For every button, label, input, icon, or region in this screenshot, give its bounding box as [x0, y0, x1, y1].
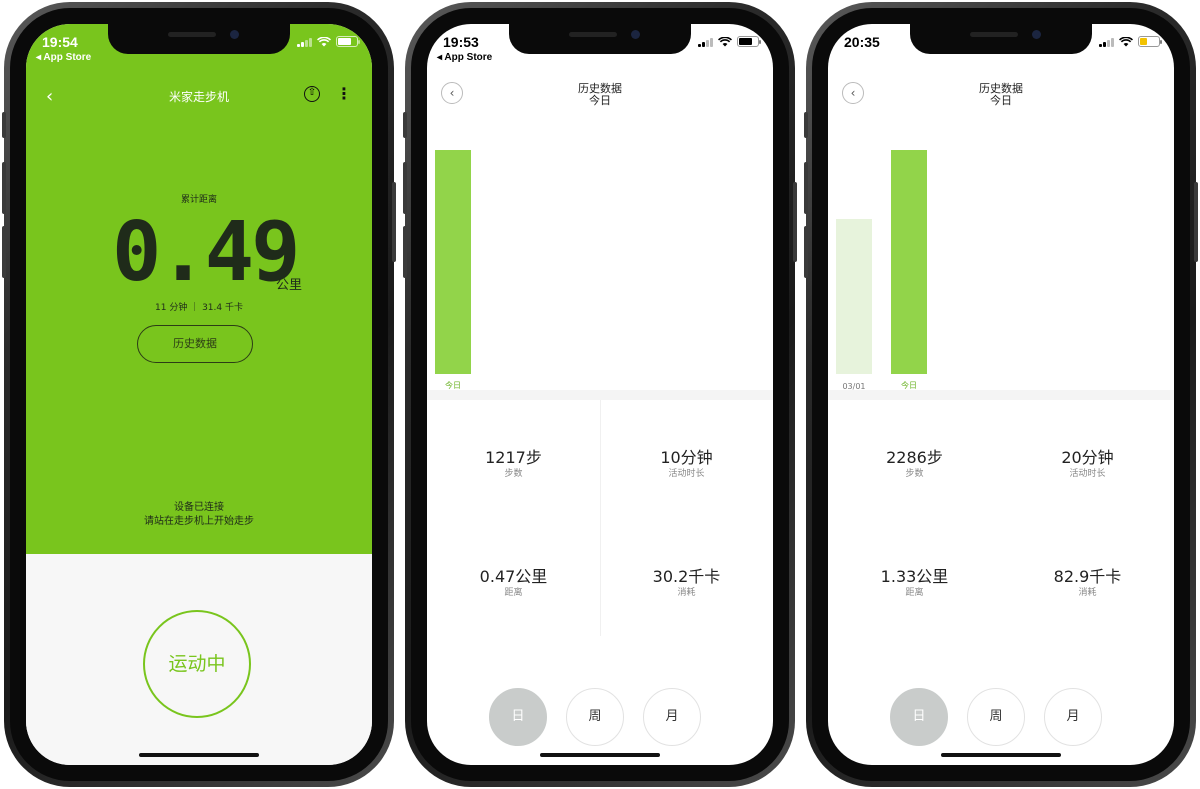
- device-connected-text: 设备已连接: [174, 502, 224, 513]
- stat-distance: 0.47公里 距离: [427, 518, 600, 636]
- volume-down-button: [804, 226, 808, 278]
- battery-icon: [737, 36, 761, 47]
- section-divider: [828, 390, 1174, 400]
- stat-label: 步数: [905, 469, 924, 479]
- screen-history-1: 19:53 ◂ App Store ‹ 历史数据 今日 今日 1217步 步数 …: [427, 24, 773, 765]
- stat-duration: 20分钟 活动时长: [1001, 400, 1174, 518]
- stat-value: 20分钟: [1061, 448, 1114, 467]
- period-day-button[interactable]: 日: [489, 688, 547, 746]
- power-button: [793, 182, 797, 262]
- section-divider: [427, 390, 773, 400]
- period-month-button[interactable]: 月: [1044, 688, 1102, 746]
- share-icon[interactable]: ⇧: [304, 86, 320, 102]
- stat-label: 消耗: [1078, 588, 1097, 598]
- volume-up-button: [2, 162, 6, 214]
- battery-icon: [336, 36, 360, 47]
- wifi-icon: [718, 36, 732, 46]
- page-subtitle: 今日: [589, 94, 611, 107]
- page-title: 米家走步机: [168, 90, 229, 104]
- stat-label: 活动时长: [1069, 469, 1106, 479]
- period-day-button[interactable]: 日: [890, 688, 948, 746]
- distance-unit: 公里: [276, 278, 303, 293]
- wifi-icon: [1119, 36, 1133, 46]
- stat-calories: 30.2千卡 消耗: [600, 518, 773, 636]
- history-data-button[interactable]: 历史数据: [137, 325, 253, 363]
- distance-label: 累计距离: [180, 195, 217, 205]
- stat-label: 活动时长: [668, 469, 705, 479]
- stat-steps: 2286步 步数: [828, 400, 1001, 518]
- home-indicator: [941, 753, 1061, 757]
- stat-value: 30.2千卡: [652, 567, 721, 586]
- power-button: [392, 182, 396, 262]
- mute-switch: [804, 112, 808, 138]
- back-to-app-store-link[interactable]: ◂ App Store: [437, 52, 492, 63]
- mute-switch: [403, 112, 407, 138]
- mute-switch: [2, 112, 6, 138]
- volume-down-button: [2, 226, 6, 278]
- phone-frame-1: 19:54 ◂ App Store ‹ 米家走步机 ⇧ ⋮ 累计距离 0.49 …: [2, 2, 396, 787]
- period-week-button[interactable]: 周: [967, 688, 1025, 746]
- distance-value: 0.49: [112, 205, 300, 300]
- status-time: 19:54: [42, 34, 78, 50]
- chart-bar-today[interactable]: [891, 150, 927, 374]
- stats-grid: 1217步 步数 10分钟 活动时长 0.47公里 距离 30.2千卡 消耗: [427, 400, 773, 636]
- chart-bar-day-0[interactable]: [836, 219, 872, 374]
- volume-down-button: [403, 226, 407, 278]
- screen-history-2: 20:35 ‹ 历史数据 今日 03/01 今日 2286步 步数 20分钟 活…: [828, 24, 1174, 765]
- notch: [509, 24, 691, 54]
- duration-calories-summary: 11 分钟 ｜ 31.4 千卡: [155, 303, 243, 313]
- stat-value: 2286步: [886, 448, 943, 467]
- signal-icon: [1099, 37, 1114, 47]
- status-icons: [698, 36, 761, 47]
- page-subtitle: 今日: [990, 94, 1012, 107]
- phone-frame-3: 20:35 ‹ 历史数据 今日 03/01 今日 2286步 步数 20分钟 活…: [804, 2, 1198, 787]
- home-indicator: [139, 753, 259, 757]
- status-time: 20:35: [844, 34, 880, 50]
- stat-value: 0.47公里: [479, 567, 548, 586]
- stats-grid: 2286步 步数 20分钟 活动时长 1.33公里 距离 82.9千卡 消耗: [828, 400, 1174, 636]
- stat-duration: 10分钟 活动时长: [600, 400, 773, 518]
- steps-bar-chart: 今日: [427, 124, 773, 394]
- more-menu-icon[interactable]: ⋮: [336, 84, 352, 103]
- chart-bar-today[interactable]: [435, 150, 471, 374]
- stat-value: 1217步: [485, 448, 542, 467]
- signal-icon: [297, 37, 312, 47]
- notch: [108, 24, 290, 54]
- wifi-icon: [317, 36, 331, 46]
- stat-distance: 1.33公里 距离: [828, 518, 1001, 636]
- steps-bar-chart: 03/01 今日: [828, 124, 1174, 394]
- battery-charging-icon: [1138, 36, 1162, 47]
- stat-label: 距离: [905, 588, 924, 598]
- stat-steps: 1217步 步数: [427, 400, 600, 518]
- phone-frame-2: 19:53 ◂ App Store ‹ 历史数据 今日 今日 1217步 步数 …: [403, 2, 797, 787]
- start-walking-hint: 请站在走步机上开始走步: [144, 516, 254, 527]
- screen-treadmill-home: 19:54 ◂ App Store ‹ 米家走步机 ⇧ ⋮ 累计距离 0.49 …: [26, 24, 372, 765]
- stat-value: 10分钟: [660, 448, 713, 467]
- notch: [910, 24, 1092, 54]
- volume-up-button: [804, 162, 808, 214]
- stat-value: 1.33公里: [880, 567, 949, 586]
- home-indicator: [540, 753, 660, 757]
- back-to-app-store-link[interactable]: ◂ App Store: [36, 52, 91, 63]
- power-button: [1194, 182, 1198, 262]
- stat-calories: 82.9千卡 消耗: [1001, 518, 1174, 636]
- status-time: 19:53: [443, 34, 479, 50]
- stat-value: 82.9千卡: [1053, 567, 1122, 586]
- status-icons: [297, 36, 360, 47]
- stat-label: 距离: [504, 588, 523, 598]
- exercising-button[interactable]: 运动中: [143, 610, 251, 718]
- period-month-button[interactable]: 月: [643, 688, 701, 746]
- stat-label: 步数: [504, 469, 523, 479]
- stat-label: 消耗: [677, 588, 696, 598]
- signal-icon: [698, 37, 713, 47]
- status-icons: [1099, 36, 1162, 47]
- period-week-button[interactable]: 周: [566, 688, 624, 746]
- volume-up-button: [403, 162, 407, 214]
